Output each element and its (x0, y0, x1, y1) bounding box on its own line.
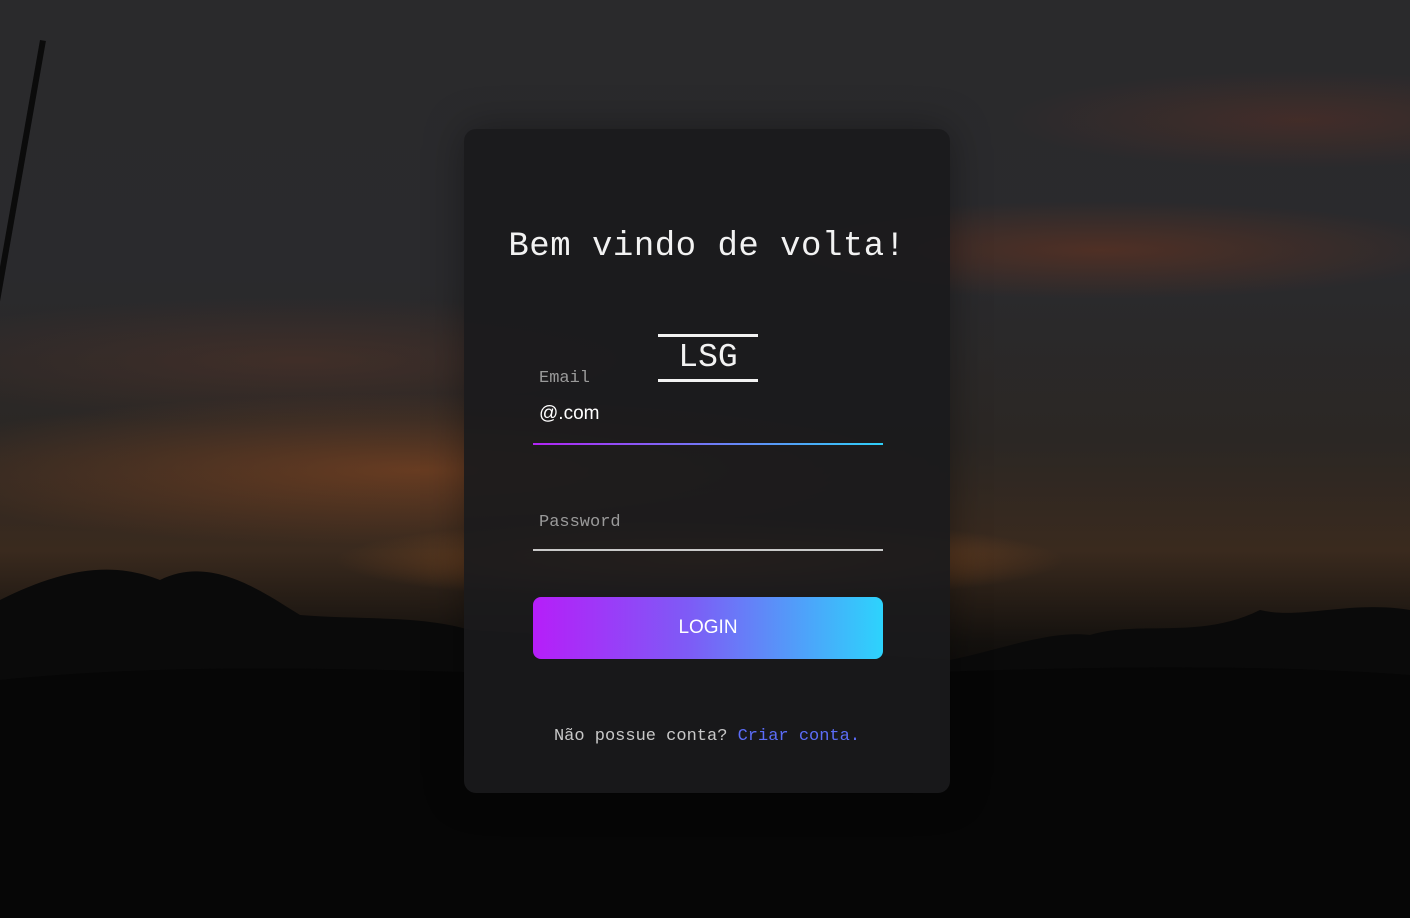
email-input[interactable]: @.com (539, 403, 599, 425)
signup-row: Não possue conta? Criar conta. (464, 727, 950, 746)
login-button[interactable]: LOGIN (533, 597, 883, 659)
email-label: Email (539, 369, 591, 388)
signup-prompt: Não possue conta? (553, 727, 728, 746)
login-card: Bem vindo de volta! LSG Email @.com Pass… (464, 129, 950, 793)
password-input[interactable]: Password (539, 513, 621, 532)
signup-link[interactable]: Criar conta. (738, 727, 860, 746)
password-underline (533, 549, 883, 551)
welcome-title: Bem vindo de volta! (508, 228, 906, 266)
email-underline (533, 443, 883, 445)
password-field[interactable]: Password (533, 507, 883, 551)
email-field[interactable]: Email @.com (533, 365, 883, 445)
background-pole (0, 40, 46, 534)
